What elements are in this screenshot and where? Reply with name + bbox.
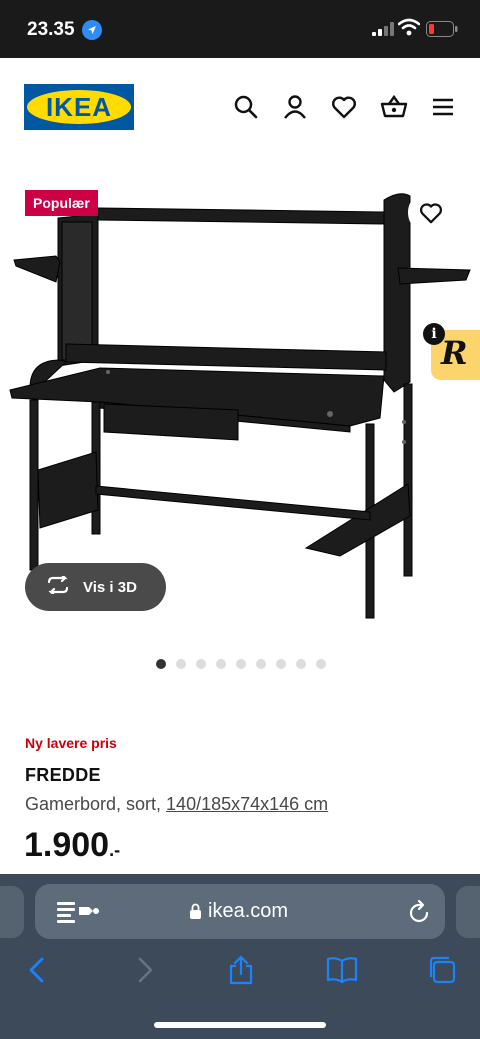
product-dimensions-link[interactable]: 140/185x74x146 cm [166,794,328,814]
price-value: 1.900 [24,826,110,864]
new-lower-price-label: Ny lavere pris [25,735,117,751]
battery-icon [426,21,458,42]
forward-icon[interactable] [128,955,158,985]
view-in-3d-button[interactable]: Vis i 3D [25,563,166,611]
carousel-dot[interactable] [156,659,166,669]
back-icon[interactable] [24,955,54,985]
carousel-dot[interactable] [236,659,246,669]
product-name: FREDDE [25,765,101,785]
ikea-logo[interactable]: IKEA [24,84,134,130]
status-time: 23.35 [27,19,75,40]
add-to-favorites-button[interactable] [408,190,453,235]
previous-tab-preview[interactable] [0,886,24,938]
tabs-icon[interactable] [427,955,457,985]
basket-icon[interactable] [380,94,408,120]
carousel-dot[interactable] [196,659,206,669]
home-indicator[interactable] [154,1022,326,1028]
menu-icon[interactable] [431,94,457,120]
carousel-dot[interactable] [216,659,226,669]
lock-icon [189,903,202,925]
svg-text:IKEA: IKEA [46,92,112,122]
reload-icon[interactable] [407,899,431,930]
bookmarks-icon[interactable] [326,955,358,985]
user-icon[interactable] [282,94,308,120]
product-type: Gamerbord, sort, [25,794,167,814]
wifi-icon [397,18,421,41]
product-price: 1.900.- [24,826,120,865]
page-settings-icon[interactable] [55,899,103,930]
image-carousel-dots [156,659,326,669]
share-icon[interactable] [226,955,256,985]
cellular-signal-icon [372,22,394,41]
rakuten-logo-icon: R [441,334,468,372]
carousel-dot[interactable] [256,659,266,669]
info-icon[interactable]: i [423,323,445,345]
rotate-3d-icon [45,573,71,598]
view-in-3d-label: Vis i 3D [83,578,137,596]
search-icon[interactable] [233,94,259,120]
price-suffix: .- [109,840,121,860]
status-bar: 23.35 [0,0,480,58]
carousel-dot[interactable] [176,659,186,669]
popular-badge: Populær [25,190,98,216]
next-tab-preview[interactable] [456,886,480,938]
product-description: Gamerbord, sort, 140/185x74x146 cm [25,794,328,815]
carousel-dot[interactable] [276,659,286,669]
heart-icon[interactable] [331,94,357,120]
site-header: IKEA [0,58,480,158]
url-text: ikea.com [208,900,289,922]
location-icon [82,20,102,40]
carousel-dot[interactable] [316,659,326,669]
carousel-dot[interactable] [296,659,306,669]
